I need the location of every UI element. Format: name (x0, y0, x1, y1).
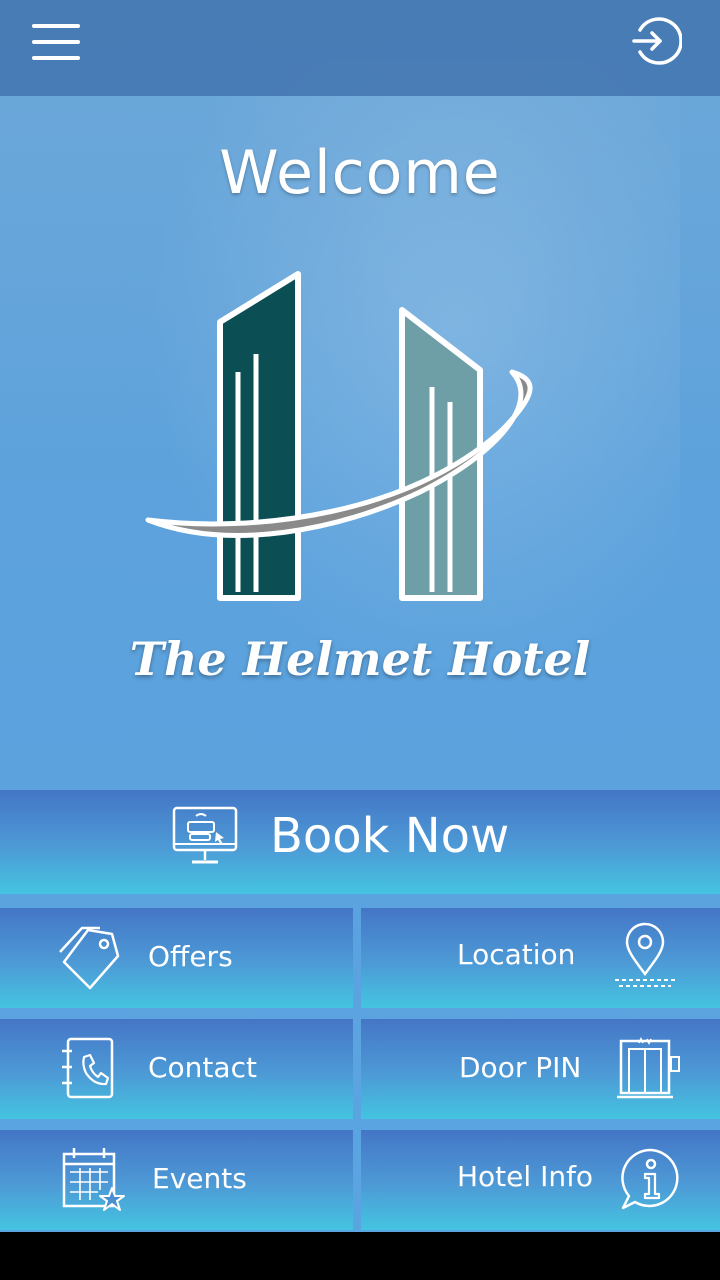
phone-book-icon (62, 1037, 114, 1099)
elevator-keypad-icon (617, 1036, 680, 1099)
events-label: Events (152, 1162, 247, 1195)
sign-in-icon[interactable] (628, 14, 682, 68)
system-nav-bar (0, 1232, 720, 1280)
online-booking-monitor-icon (172, 806, 238, 864)
app-screen: Welcome The Helmet Hotel Book Now Offers… (0, 0, 720, 1232)
info-bubble-icon (621, 1148, 679, 1210)
calendar-star-icon (62, 1148, 125, 1211)
hotel-logo (145, 271, 533, 601)
offers-label: Offers (148, 940, 233, 973)
top-bar (0, 0, 720, 96)
contact-label: Contact (148, 1051, 257, 1084)
price-tags-icon (59, 926, 120, 990)
location-label: Location (457, 938, 576, 971)
book-now-label: Book Now (270, 808, 510, 864)
offers-tile[interactable]: Offers (0, 908, 353, 1008)
hamburger-menu-icon[interactable] (28, 18, 88, 66)
map-pin-icon (615, 922, 675, 987)
door-pin-label: Door PIN (459, 1051, 582, 1084)
events-tile[interactable]: Events (0, 1130, 353, 1230)
hotel-info-label: Hotel Info (457, 1160, 594, 1193)
hotel-info-tile[interactable]: Hotel Info (361, 1130, 720, 1230)
welcome-heading: Welcome (219, 138, 501, 208)
location-tile[interactable]: Location (361, 908, 720, 1008)
door-pin-tile[interactable]: Door PIN (361, 1019, 720, 1119)
contact-tile[interactable]: Contact (0, 1019, 353, 1119)
book-now-button[interactable]: Book Now (0, 790, 720, 894)
hotel-name: The Helmet Hotel (129, 632, 591, 686)
